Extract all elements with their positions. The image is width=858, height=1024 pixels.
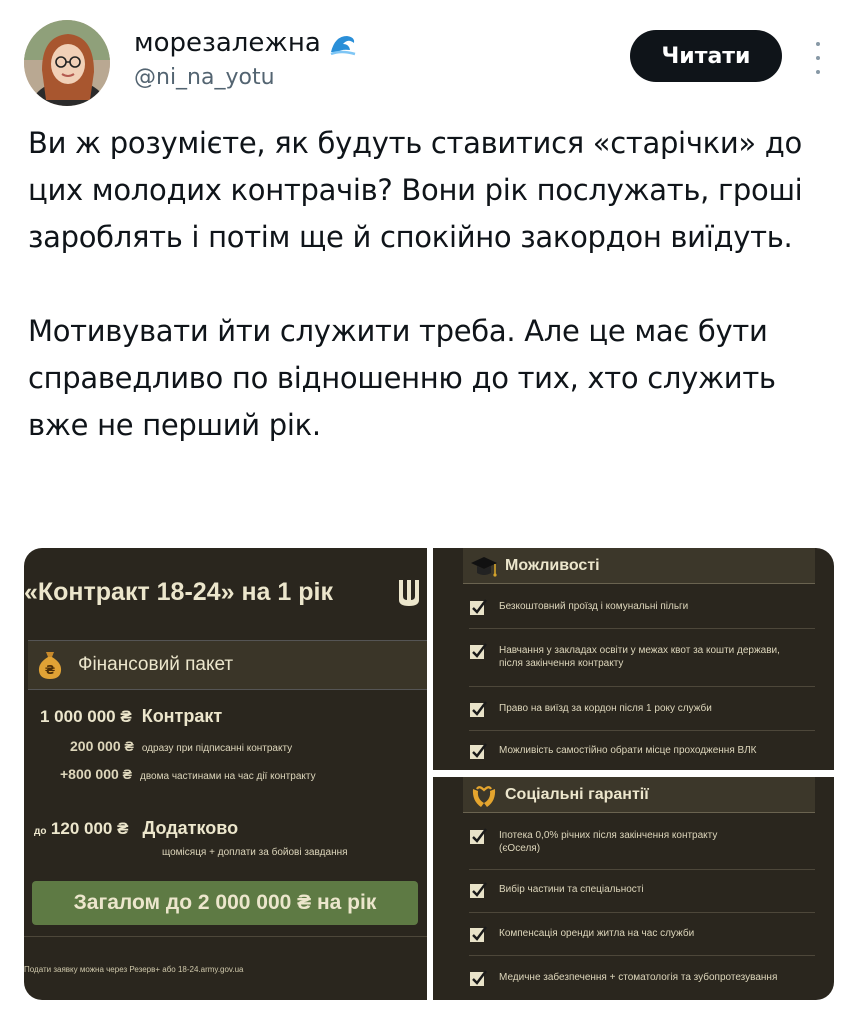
social-guarantees-panel: Соціальні гарантії Іпотека 0,0% річних п… [433, 777, 834, 1000]
sub2-amount: +800 000 ₴ [60, 766, 133, 782]
financial-package-label: Фінансовий пакет [78, 654, 234, 675]
opportunities-panel: Можливості Безкоштовний проїзд і комунал… [433, 548, 834, 770]
tweet-text: Ви ж розумієте, як будуть ставитися «ста… [28, 120, 828, 449]
more-options-icon[interactable] [808, 38, 828, 78]
sub-row-1: 200 000 ₴ одразу при підписанні контракту [70, 738, 292, 756]
avatar[interactable] [24, 20, 110, 106]
opportunity-item: Навчання у закладах освіти у межах квот … [469, 642, 819, 670]
opportunity-text: Безкоштовний проїзд і комунальні пільги [499, 601, 689, 612]
separator [469, 628, 815, 629]
guarantee-item: Вибір частини та спеціальності [469, 881, 819, 899]
opportunity-item: Можливість самостійно обрати місце прохо… [469, 742, 819, 760]
hands-heart-icon [472, 786, 496, 807]
user-handle[interactable]: @ni_na_yotu [134, 65, 357, 90]
separator [469, 730, 815, 731]
guarantee-text: Компенсація оренди житла на час служби [499, 928, 695, 939]
wave-icon [329, 32, 357, 61]
guarantee-text: Медичне забезпечення + стоматологія та з… [499, 972, 778, 983]
extra-amount: 120 000 ₴ [50, 819, 129, 838]
checkbox-icon [470, 701, 487, 717]
contract-label: Контракт [141, 706, 223, 726]
display-name[interactable]: морезалежна [134, 28, 321, 58]
checkbox-icon [470, 643, 487, 659]
benefits-image[interactable]: Можливості Безкоштовний проїзд і комунал… [433, 548, 834, 1000]
social-guarantees-title: Соціальні гарантії [505, 785, 649, 803]
separator [469, 686, 815, 687]
checkbox-icon [470, 926, 487, 942]
separator [469, 955, 815, 956]
divider [24, 936, 427, 937]
opportunity-text: Право на виїзд за кордон після 1 року сл… [499, 703, 712, 714]
checkbox-icon [470, 882, 487, 898]
social-guarantees-header: Соціальні гарантії [463, 777, 815, 813]
separator [469, 869, 815, 870]
sub1-amount: 200 000 ₴ [70, 738, 134, 754]
total-amount-banner: Загалом до 2 000 000 ₴ на рік [32, 881, 418, 925]
extra-prefix: до [34, 826, 47, 837]
guarantee-text: Іпотека 0,0% річних після закінчення кон… [499, 830, 718, 854]
opportunities-title: Можливості [505, 556, 600, 574]
trident-icon [399, 580, 419, 606]
guarantee-item: Медичне забезпечення + стоматологія та з… [469, 969, 819, 987]
svg-text:₴: ₴ [45, 663, 55, 677]
opportunity-text: Навчання у закладах освіти у межах квот … [499, 645, 780, 669]
graduation-cap-icon [471, 557, 497, 577]
checkbox-icon [470, 828, 487, 844]
opportunity-item: Безкоштовний проїзд і комунальні пільги [469, 598, 819, 616]
separator [469, 912, 815, 913]
financial-package-header: ₴ Фінансовий пакет [28, 640, 427, 690]
guarantee-item: Іпотека 0,0% річних після закінчення кон… [469, 827, 819, 855]
extra-description: щомісяця + доплати за бойові завдання [162, 847, 348, 858]
guarantee-item: Компенсація оренди житла на час служби [469, 925, 819, 943]
contract-row: 1 000 000 ₴ Контракт [40, 706, 222, 727]
follow-button[interactable]: Читати [630, 30, 782, 82]
extra-label: Додатково [142, 818, 239, 838]
opportunity-item: Право на виїзд за кордон після 1 року сл… [469, 700, 819, 718]
sub2-label: двома частинами на час дії контракту [140, 771, 316, 782]
sub1-label: одразу при підписанні контракту [141, 743, 293, 754]
contract-amount: 1 000 000 ₴ [40, 707, 132, 726]
opportunities-header: Можливості [463, 548, 815, 584]
footnote: Подати заявку можна через Резерв+ або 18… [24, 965, 244, 974]
contract-title: «Контракт 18-24» на 1 рік [24, 578, 333, 606]
tweet-media[interactable]: «Контракт 18-24» на 1 рік ₴ Фінансовий п… [24, 548, 834, 1000]
checkbox-icon [470, 599, 487, 615]
sub-row-2: +800 000 ₴ двома частинами на час дії кон… [60, 766, 316, 784]
opportunity-text: Можливість самостійно обрати місце прохо… [499, 745, 757, 756]
tweet-header: морезалежна @ni_na_yotu Читати [24, 18, 834, 108]
tweet-paragraph: Ви ж розумієте, як будуть ставитися «ста… [28, 126, 803, 254]
money-bag-icon: ₴ [38, 652, 62, 679]
contract-image[interactable]: «Контракт 18-24» на 1 рік ₴ Фінансовий п… [24, 548, 427, 1000]
checkbox-icon [470, 970, 487, 986]
guarantee-text: Вибір частини та спеціальності [499, 884, 644, 895]
checkbox-icon [470, 743, 487, 759]
extra-row: до 120 000 ₴ Додатково [34, 818, 238, 839]
tweet-paragraph: Мотивувати йти служити треба. Але це має… [28, 314, 776, 442]
